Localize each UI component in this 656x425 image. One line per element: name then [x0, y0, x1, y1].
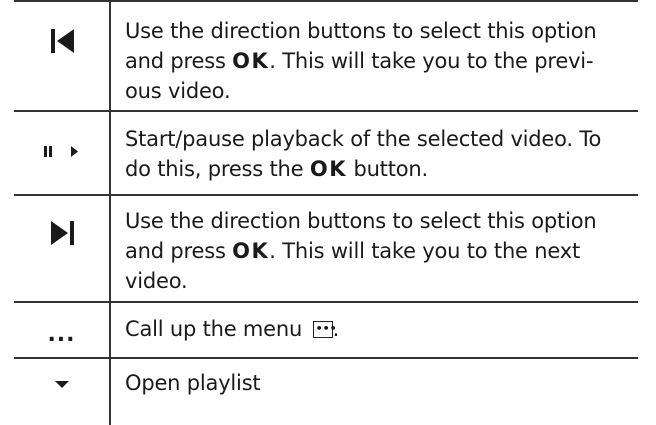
symbol-cell [14, 196, 111, 303]
controls-table: Use the direction buttons to select this… [14, 0, 638, 425]
table-row: Open playlist [14, 359, 638, 425]
menu-icon: ••• [312, 321, 337, 338]
ok-key-label: OK [309, 157, 347, 181]
symbol-cell: ... [14, 303, 111, 359]
description-cell: Use the direction buttons to select this… [125, 19, 597, 103]
skip-next-icon [50, 221, 74, 245]
description-cell: Start/pause playback of the selected vid… [125, 127, 602, 181]
symbol-cell [14, 0, 111, 112]
more-dots-icon: ... [47, 322, 76, 347]
dropdown-arrow-icon [54, 381, 69, 388]
description-cell: Call up the menu •••. [125, 317, 340, 341]
ok-key-label: OK [232, 239, 270, 263]
symbol-cell [14, 359, 111, 425]
table-row: Use the direction buttons to select this… [14, 0, 638, 112]
description-cell: Open playlist [125, 371, 261, 395]
play-pause-icon [43, 146, 78, 157]
description-cell: Use the direction buttons to select this… [125, 209, 597, 293]
table-row: Use the direction buttons to select this… [14, 196, 638, 303]
ok-key-label: OK [232, 49, 270, 73]
table-row: Start/pause playback of the selected vid… [14, 112, 638, 196]
table-row: ... Call up the menu •••. [14, 303, 638, 359]
symbol-cell [14, 112, 111, 196]
skip-previous-icon [50, 29, 74, 53]
